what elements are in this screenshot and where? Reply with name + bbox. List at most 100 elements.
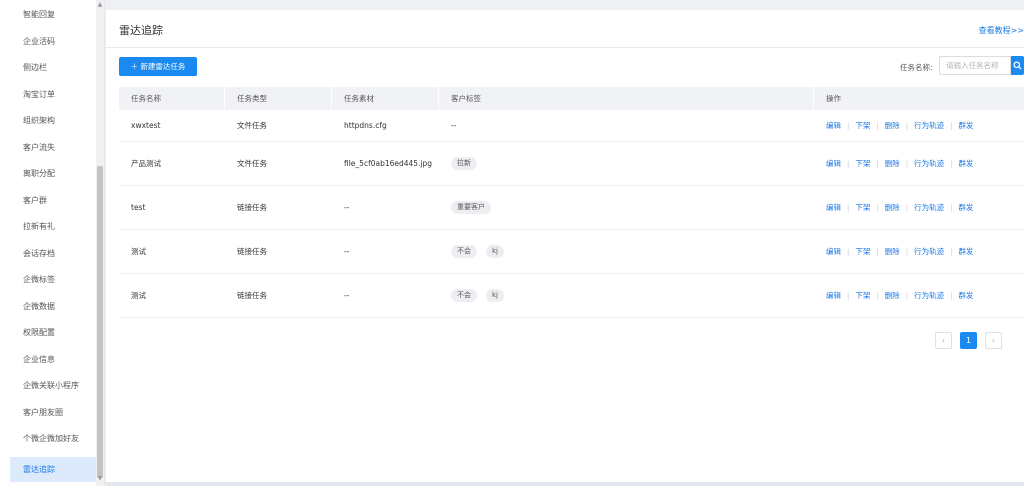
sidebar-item-wecom-tags[interactable]: 企微标签 [10,269,96,291]
mass-send-link[interactable]: 群发 [958,202,973,213]
customer-tags-cell: 不会 kj [439,274,513,317]
sidebar-item-smart-reply[interactable]: 智能回复 [10,4,96,26]
sidebar-scrollbar[interactable]: ▲ ▼ [96,0,104,486]
tutorial-link[interactable]: 查看教程>> [979,25,1024,36]
actions-cell: 编辑 | 下架 | 删除 | 行为轨迹 | 群发 [826,290,974,301]
sidebar-item-sidebar[interactable]: 侧边栏 [10,57,96,79]
scroll-up-arrow-icon[interactable]: ▲ [96,0,104,10]
customer-tags-cell: -- [439,110,456,141]
page-header: 雷达追踪 查看教程>> [106,10,1024,48]
search-button[interactable] [1011,56,1024,75]
task-type-cell: 链接任务 [237,291,267,300]
task-type-cell: 文件任务 [237,121,267,130]
customer-tags-cell: 拉新 [439,142,486,185]
edit-link[interactable]: 编辑 [826,158,841,169]
edit-link[interactable]: 编辑 [826,202,841,213]
behavior-track-link[interactable]: 行为轨迹 [914,120,944,131]
task-material-cell: -- [344,291,350,300]
sidebar-item-taobao-orders[interactable]: 淘宝订单 [10,84,96,106]
no-tag-text: -- [451,121,457,130]
task-material-cell: httpdns.cfg [344,121,387,130]
task-name-search-input[interactable] [939,56,1011,75]
sidebar-item-permissions[interactable]: 权限配置 [10,322,96,344]
table-header: 任务名称 任务类型 任务素材 客户标签 操作 [119,87,1024,110]
sidebar: 智能回复 企业活码 侧边栏 淘宝订单 组织架构 客户流失 离职分配 客户群 拉新… [0,0,105,486]
task-type-cell: 链接任务 [237,203,267,212]
task-name-cell: test [131,203,146,212]
customer-tag: kj [486,245,504,258]
task-material-cell: file_5cf0ab16ed445.jpg [344,159,433,168]
column-header-name: 任务名称 [119,87,225,110]
task-type-cell: 文件任务 [237,159,267,168]
behavior-track-link[interactable]: 行为轨迹 [914,246,944,257]
behavior-track-link[interactable]: 行为轨迹 [914,290,944,301]
page-title: 雷达追踪 [119,24,163,37]
sidebar-item-customer-groups[interactable]: 客户群 [10,190,96,212]
edit-link[interactable]: 编辑 [826,290,841,301]
next-page-button[interactable]: › [985,332,1002,349]
sidebar-item-enterprise-info[interactable]: 企业信息 [10,349,96,371]
mass-send-link[interactable]: 群发 [958,120,973,131]
behavior-track-link[interactable]: 行为轨迹 [914,202,944,213]
delete-link[interactable]: 删除 [885,290,900,301]
sidebar-item-radar-tracking[interactable]: 雷达追踪 [10,457,96,482]
task-name-cell: 测试 [131,291,146,300]
edit-link[interactable]: 编辑 [826,246,841,257]
mass-send-link[interactable]: 群发 [958,158,973,169]
bottom-divider [106,482,1024,486]
sidebar-item-enterprise-qrcode[interactable]: 企业活码 [10,31,96,53]
column-header-material: 任务素材 [332,87,439,110]
delete-link[interactable]: 删除 [885,158,900,169]
search-icon [1013,61,1022,70]
sidebar-item-mini-program[interactable]: 企微关联小程序 [10,375,96,397]
unpublish-link[interactable]: 下架 [855,158,870,169]
actions-cell: 编辑 | 下架 | 删除 | 行为轨迹 | 群发 [826,158,974,169]
customer-tag: 不会 [451,245,477,258]
delete-link[interactable]: 删除 [885,246,900,257]
customer-tags-cell: 重要客户 [439,186,500,229]
main-content: 雷达追踪 查看教程>> ＋ 新建雷达任务 任务名称: 任务名称 任务类型 任务素… [106,10,1024,486]
sidebar-item-wecom-data[interactable]: 企微数据 [10,296,96,318]
sidebar-item-moments[interactable]: 客户朋友圈 [10,402,96,424]
table-row: xwxtest 文件任务 httpdns.cfg -- 编辑 | 下架 | 删除 | … [119,110,1024,142]
delete-link[interactable]: 删除 [885,202,900,213]
new-radar-task-label: 新建雷达任务 [140,62,186,71]
customer-tags-cell: 不会 kj [439,230,513,273]
edit-link[interactable]: 编辑 [826,120,841,131]
customer-tag: 不会 [451,289,477,302]
actions-cell: 编辑 | 下架 | 删除 | 行为轨迹 | 群发 [826,246,974,257]
task-name-cell: 测试 [131,247,146,256]
behavior-track-link[interactable]: 行为轨迹 [914,158,944,169]
actions-cell: 编辑 | 下架 | 删除 | 行为轨迹 | 群发 [826,120,974,131]
customer-tag: kj [486,289,504,302]
task-material-cell: -- [344,203,350,212]
customer-tag: 重要客户 [451,201,491,214]
table-row: 测试 链接任务 -- 不会 kj 编辑 | 下架 | 删除 | 行为轨迹 | 群发 [119,274,1024,318]
task-material-cell: -- [344,247,350,256]
sidebar-item-add-friends[interactable]: 个微企微加好友 [10,428,96,450]
new-radar-task-button[interactable]: ＋ 新建雷达任务 [119,57,197,76]
table-row: test 链接任务 -- 重要客户 编辑 | 下架 | 删除 | 行为轨迹 | 群发 [119,186,1024,230]
customer-tag: 拉新 [451,157,477,170]
delete-link[interactable]: 删除 [885,120,900,131]
task-name-cell: 产品测试 [131,159,161,168]
prev-page-button[interactable]: ‹ [935,332,952,349]
page-1-button[interactable]: 1 [960,332,977,349]
mass-send-link[interactable]: 群发 [958,290,973,301]
actions-cell: 编辑 | 下架 | 删除 | 行为轨迹 | 群发 [826,202,974,213]
unpublish-link[interactable]: 下架 [855,202,870,213]
plus-icon: ＋ [130,62,139,71]
sidebar-item-session-archive[interactable]: 会话存档 [10,243,96,265]
sidebar-item-referral-gift[interactable]: 拉新有礼 [10,216,96,238]
mass-send-link[interactable]: 群发 [958,246,973,257]
sidebar-item-resignation-assign[interactable]: 离职分配 [10,163,96,185]
sidebar-item-org-structure[interactable]: 组织架构 [10,110,96,132]
unpublish-link[interactable]: 下架 [855,120,870,131]
scroll-thumb[interactable] [97,166,103,478]
sidebar-item-customer-churn[interactable]: 客户流失 [10,137,96,159]
unpublish-link[interactable]: 下架 [855,246,870,257]
table-row: 产品测试 文件任务 file_5cf0ab16ed445.jpg 拉新 编辑 | … [119,142,1024,186]
column-header-tags: 客户标签 [439,87,814,110]
scroll-down-arrow-icon[interactable]: ▼ [96,474,104,484]
unpublish-link[interactable]: 下架 [855,290,870,301]
